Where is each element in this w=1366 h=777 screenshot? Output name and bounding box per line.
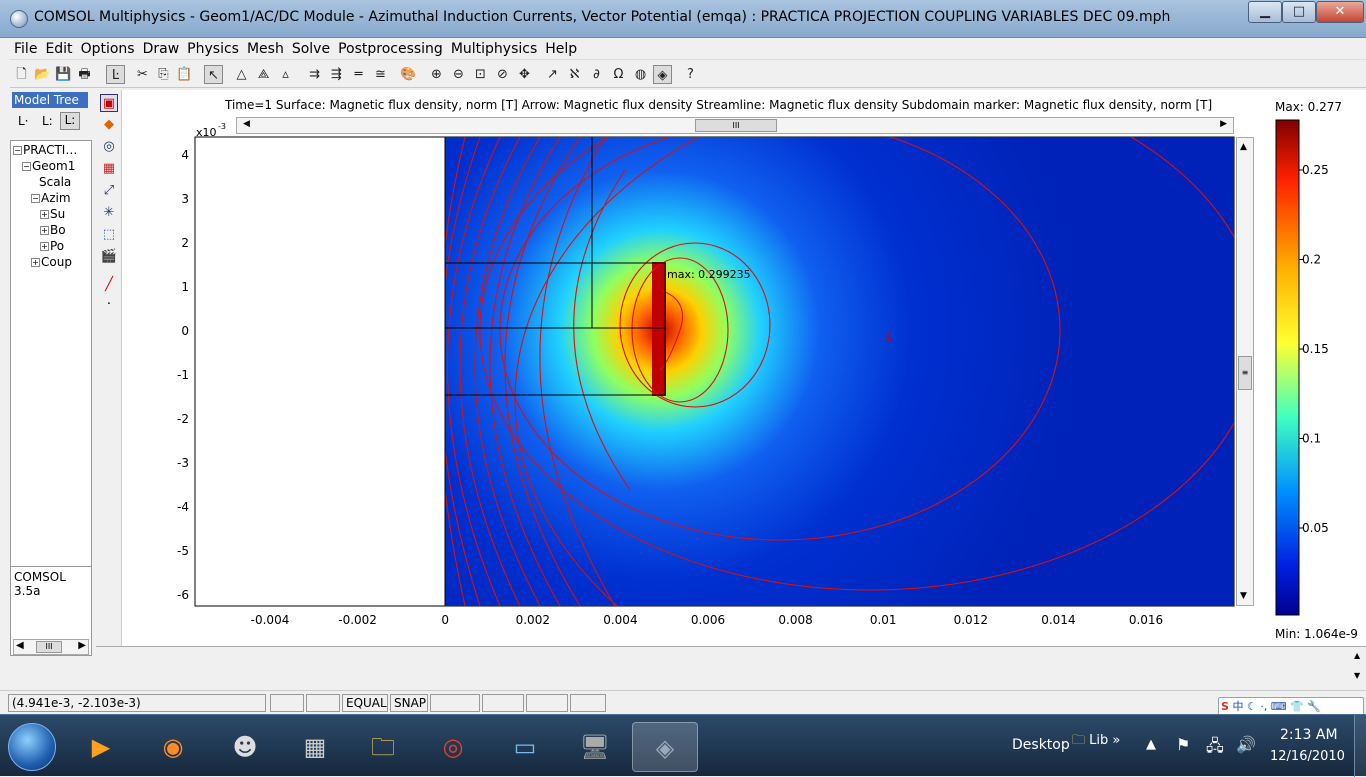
equal-toggle[interactable]: EQUAL <box>342 694 388 712</box>
windows-taskbar: ▶ ◉ ☻ ▦ 🗀 ◎ ▭ 🖥 ◈ Desktop 🗀 Lib » ▲ ⚑ 🖧 … <box>0 714 1366 776</box>
colorbar-tick-label: 0.25 <box>1302 163 1329 177</box>
lib-folder-icon: 🗀 <box>1072 733 1085 748</box>
max-annotation: max: 0.299235 <box>667 268 751 281</box>
arrow-marker: ↓ <box>883 330 895 346</box>
ime-keyboard-icon[interactable]: ⌨ 👕 🔧 <box>1271 700 1321 713</box>
lib-toolbar[interactable]: 🗀 Lib » <box>1072 731 1120 753</box>
y-exponent-power: -3 <box>218 122 226 131</box>
show-hidden-icons[interactable]: ▲ <box>1146 737 1156 752</box>
y-tick-label: 3 <box>181 192 189 206</box>
coordinate-readout: (4.941e-3, -2.103e-3) <box>8 694 266 712</box>
comsol-taskbar-icon[interactable]: ◈ <box>632 722 698 772</box>
ime-mode-label[interactable]: 中 <box>1232 700 1243 713</box>
chevron-icon: » <box>1112 733 1120 748</box>
clock-time[interactable]: 2:13 AM <box>1280 727 1338 743</box>
message-panel: ▲▼ <box>96 646 1366 688</box>
status-cell-empty-5 <box>526 694 568 712</box>
conductor-region <box>652 262 666 396</box>
y-tick-label: -4 <box>177 500 189 514</box>
show-desktop-button[interactable] <box>1354 715 1366 777</box>
snap-toggle[interactable]: SNAP <box>390 694 428 712</box>
field-plot[interactable]: ↓ max: 0.299235 x10 -3 -0.004 -0.002 0 0.00… <box>0 0 1366 690</box>
status-cell-empty-1 <box>270 694 304 712</box>
colorbar-max-label: Max: 0.277 <box>1275 100 1342 114</box>
chrome-icon[interactable]: ◎ <box>420 722 486 772</box>
network-icon[interactable]: 🖧 <box>1206 735 1224 762</box>
x-tick-label: 0.016 <box>1129 613 1163 627</box>
y-tick-label: -1 <box>177 368 189 382</box>
action-center-icon[interactable]: ⚑ <box>1176 735 1190 754</box>
status-cell-empty-4 <box>482 694 524 712</box>
status-cell-empty-6 <box>570 694 606 712</box>
user-avatar-icon[interactable]: ☻ <box>212 722 278 772</box>
folder-icon[interactable]: 🗀 <box>350 722 416 772</box>
y-exponent: x10 <box>196 126 217 139</box>
desktop-toolbar-label[interactable]: Desktop <box>1012 737 1070 753</box>
y-tick-label: 0 <box>181 324 189 338</box>
firefox-icon[interactable]: ◉ <box>140 722 206 772</box>
ime-moon-icon[interactable]: ☾ ·, <box>1247 700 1267 713</box>
x-tick-label: -0.002 <box>338 613 377 627</box>
status-cell-empty-2 <box>306 694 340 712</box>
status-bar: (4.941e-3, -2.103e-3) EQUAL SNAP S 中 ☾ ·… <box>0 690 1366 714</box>
colorbar-tick-label: 0.15 <box>1302 342 1329 356</box>
x-tick-label: 0 <box>441 613 449 627</box>
x-tick-label: 0.01 <box>870 613 897 627</box>
x-tick-label: 0.006 <box>691 613 725 627</box>
status-cell-empty-3 <box>430 694 480 712</box>
x-tick-label: 0.002 <box>516 613 550 627</box>
remote-desktop-icon[interactable]: 🖥 <box>562 722 628 772</box>
volume-icon[interactable]: 🔊 <box>1236 735 1256 754</box>
x-tick-label: -0.004 <box>251 613 290 627</box>
y-tick-label: -3 <box>177 456 189 470</box>
colorbar-min-label: Min: 1.064e-9 <box>1275 627 1358 641</box>
colorbar-tick-label: 0.2 <box>1302 253 1321 267</box>
y-tick-label: 4 <box>181 148 189 162</box>
clock-date[interactable]: 12/16/2010 <box>1270 749 1345 764</box>
x-tick-labels: -0.004 -0.002 0 0.002 0.004 0.006 0.008 0.01 0.0… <box>251 613 1164 627</box>
start-button[interactable] <box>8 723 56 771</box>
x-tick-label: 0.012 <box>954 613 988 627</box>
message-scroll[interactable]: ▲▼ <box>1354 651 1364 685</box>
x-tick-label: 0.014 <box>1041 613 1075 627</box>
y-tick-label: 1 <box>181 280 189 294</box>
y-tick-label: -2 <box>177 412 189 426</box>
x-tick-label: 0.004 <box>603 613 637 627</box>
sogou-icon[interactable]: S <box>1221 700 1229 713</box>
colorbar-ticks: 0.25 0.2 0.15 0.1 0.05 <box>1299 163 1329 535</box>
media-player-icon[interactable]: ▶ <box>68 722 134 772</box>
y-tick-labels: 4 3 2 1 0 -1 -2 -3 -4 -5 -6 <box>177 148 189 602</box>
y-tick-label: -5 <box>177 544 189 558</box>
y-tick-label: 2 <box>181 236 189 250</box>
colorbar-tick-label: 0.1 <box>1302 432 1321 446</box>
colorbar <box>1276 120 1299 615</box>
colorbar-tick-label: 0.05 <box>1302 521 1329 535</box>
calculator-icon[interactable]: ▦ <box>282 722 348 772</box>
photo-viewer-icon[interactable]: ▭ <box>492 722 558 772</box>
lib-label: Lib <box>1089 733 1108 748</box>
x-tick-label: 0.008 <box>778 613 812 627</box>
y-tick-label: -6 <box>177 588 189 602</box>
